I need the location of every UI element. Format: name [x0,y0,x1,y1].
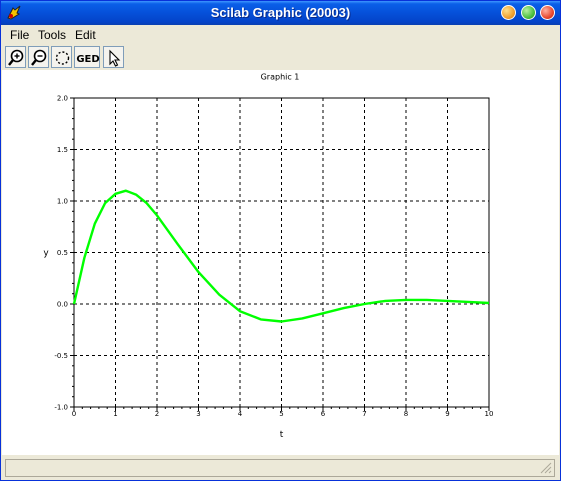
resize-grip-icon[interactable] [540,462,552,474]
ged-button[interactable]: GED [74,46,100,68]
minimize-button[interactable] [501,5,516,20]
x-tick-label: 0 [72,410,76,418]
x-tick-label: 9 [445,410,449,418]
title-bar[interactable]: Scilab Graphic (20003) [1,1,560,25]
status-bar [5,459,555,477]
zoom-out-button[interactable] [28,46,49,68]
rotate-icon [55,51,70,65]
y-tick-label: 2.0 [57,95,68,103]
x-tick-label: 4 [238,410,243,418]
y-tick-label: -0.5 [54,352,68,360]
zoom-in-button[interactable] [5,46,26,68]
ged-icon: GED [76,54,99,65]
scilab-graphic-window: Scilab Graphic (20003) File Tools Edit G… [0,0,561,481]
x-tick-label: 8 [404,410,408,418]
y-tick-label: 1.0 [57,198,68,206]
x-tick-label: 1 [113,410,117,418]
maximize-button[interactable] [521,5,536,20]
zoom-out-icon [31,49,47,66]
arrow-pointer-icon [109,49,121,67]
line-chart: Graphic 1 0 1 2 3 4 5 6 7 8 9 10 -1.0 -0.5 0.0 0.5 1.0 1… [43,72,493,440]
x-tick-label: 10 [485,410,494,418]
y-tick-label: -1.0 [54,404,68,412]
select-button[interactable] [103,46,124,68]
x-tick-label: 5 [279,410,283,418]
y-tick-label: 0.5 [57,249,68,257]
rotate-button[interactable] [51,46,72,68]
y-tick-label: 0.0 [57,301,68,309]
x-tick-label: 7 [362,410,366,418]
x-tick-label: 3 [196,410,200,418]
window-title: Scilab Graphic (20003) [210,5,351,20]
x-axis-label: t [280,430,284,440]
x-tick-label: 6 [321,410,326,418]
y-axis-label: y [43,249,49,259]
chart-title: Graphic 1 [261,72,300,81]
x-tick-label: 2 [155,410,159,418]
close-button[interactable] [540,5,555,20]
zoom-in-icon [8,49,24,66]
menu-tools[interactable]: Tools [38,28,66,42]
y-tick-label: 1.5 [57,146,68,154]
plot-canvas[interactable]: Graphic 1 0 1 2 3 4 5 6 7 8 9 10 -1.0 -0.5 0.0 0.5 1.0 1… [2,70,559,455]
grid-lines [74,98,489,407]
ged-label: GED [76,54,99,65]
menu-edit[interactable]: Edit [75,28,96,42]
menu-file[interactable]: File [10,28,29,42]
axis-ticks: 0 1 2 3 4 5 6 7 8 9 10 -1.0 -0.5 0.0 0.5 1.0 1.5 2.0 [54,95,493,419]
menu-bar: File Tools Edit [2,25,559,45]
toolbar: GED [2,45,559,70]
